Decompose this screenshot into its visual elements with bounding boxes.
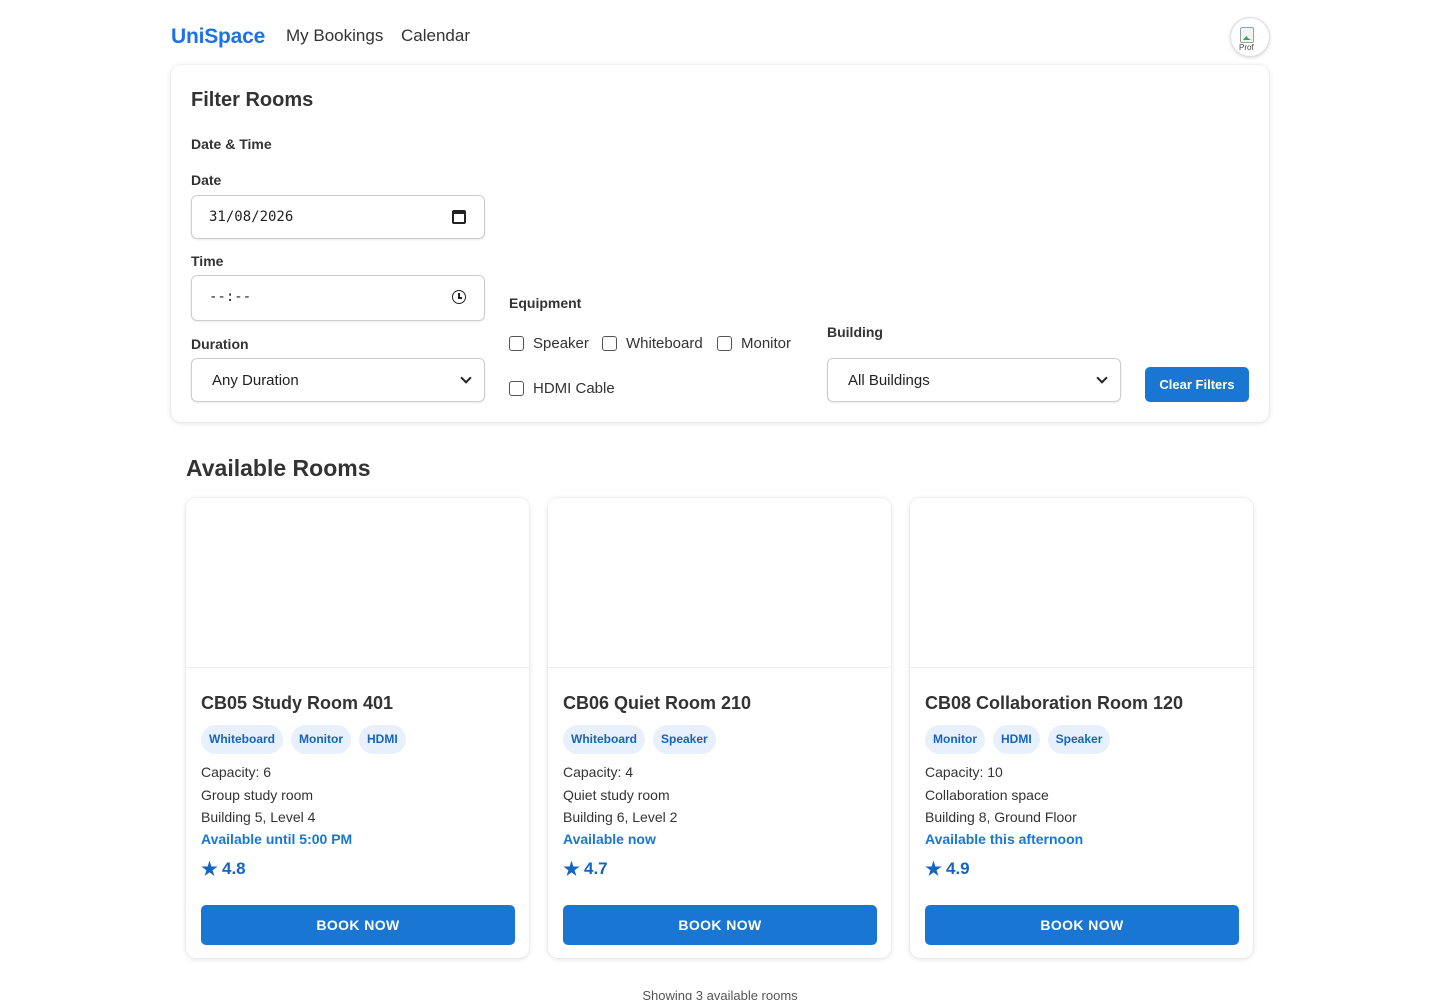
- equipment-checkbox-hdmi-cable[interactable]: HDMI Cable: [509, 380, 615, 397]
- equipment-tag: Monitor: [925, 725, 985, 754]
- date-label: Date: [191, 172, 222, 188]
- equipment-tag: Speaker: [653, 725, 716, 754]
- room-location: Building 6, Level 2: [563, 809, 678, 825]
- room-type: Quiet study room: [563, 787, 670, 803]
- filter-panel: Filter Rooms Date & Time Date 31/08/2026…: [171, 65, 1269, 422]
- clock-icon[interactable]: [452, 290, 466, 304]
- room-location: Building 8, Ground Floor: [925, 809, 1077, 825]
- equipment-tag: HDMI: [993, 725, 1040, 754]
- room-image: [910, 498, 1253, 668]
- time-input[interactable]: --:--: [191, 275, 485, 321]
- avatar[interactable]: Prof: [1230, 17, 1270, 57]
- room-availability: Available now: [563, 831, 656, 847]
- duration-select[interactable]: Any Duration: [191, 358, 485, 402]
- equipment-tag: Monitor: [291, 725, 351, 754]
- room-tags: Whiteboard Speaker: [563, 725, 716, 754]
- star-icon: [925, 860, 942, 876]
- time-label: Time: [191, 253, 224, 269]
- building-label: Building: [827, 324, 883, 340]
- room-name: CB06 Quiet Room 210: [563, 693, 752, 713]
- room-rating: 4.8: [201, 859, 246, 879]
- checkbox-label: Speaker: [533, 335, 589, 352]
- time-value: --:--: [209, 289, 252, 305]
- datetime-section-label: Date & Time: [191, 136, 272, 152]
- equipment-checkbox-whiteboard[interactable]: Whiteboard: [602, 335, 703, 352]
- equipment-tag: Whiteboard: [201, 725, 283, 754]
- room-tags: Monitor HDMI Speaker: [925, 725, 1111, 754]
- room-capacity: Capacity: 4: [563, 764, 634, 780]
- checkbox-box[interactable]: [717, 336, 732, 351]
- room-capacity: Capacity: 6: [201, 764, 272, 780]
- room-name: CB08 Collaboration Room 120: [925, 693, 1184, 713]
- checkbox-label: Whiteboard: [626, 335, 703, 352]
- equipment-tag: Speaker: [1047, 725, 1111, 754]
- date-input[interactable]: 31/08/2026: [191, 195, 485, 239]
- book-now-button[interactable]: BOOK NOW: [925, 905, 1239, 945]
- checkbox-label: Monitor: [741, 335, 792, 352]
- equipment-tag: Whiteboard: [563, 725, 645, 754]
- room-availability: Available this afternoon: [925, 831, 1084, 847]
- rating-value: 4.7: [584, 859, 608, 878]
- avatar-alt-text: Prof: [1239, 43, 1254, 52]
- room-rating: 4.7: [563, 859, 608, 879]
- chevron-down-icon: [1096, 372, 1108, 384]
- nav-link-calendar[interactable]: Calendar: [401, 26, 470, 46]
- equipment-label: Equipment: [509, 295, 582, 311]
- equipment-tag: HDMI: [359, 725, 406, 754]
- equipment-checkbox-speaker[interactable]: Speaker: [509, 335, 589, 352]
- room-tags: Whiteboard Monitor HDMI: [201, 725, 406, 754]
- book-now-button[interactable]: BOOK NOW: [563, 905, 877, 945]
- chevron-down-icon: [460, 372, 472, 384]
- checkbox-box[interactable]: [509, 381, 524, 396]
- room-availability: Available until 5:00 PM: [201, 831, 353, 847]
- room-name: CB05 Study Room 401: [201, 693, 394, 713]
- nav-link-my-bookings[interactable]: My Bookings: [286, 26, 383, 46]
- rating-value: 4.8: [222, 859, 246, 878]
- room-type: Group study room: [201, 787, 314, 803]
- calendar-icon[interactable]: [452, 210, 466, 224]
- checkbox-label: HDMI Cable: [533, 380, 615, 397]
- checkbox-box[interactable]: [602, 336, 617, 351]
- duration-selected-value: Any Duration: [212, 372, 299, 389]
- room-image: [186, 498, 529, 668]
- star-icon: [563, 860, 580, 876]
- room-image: [548, 498, 891, 668]
- top-nav: UniSpace My Bookings Calendar Prof: [171, 17, 1270, 57]
- filter-title: Filter Rooms: [191, 89, 314, 111]
- broken-image-icon: [1240, 27, 1254, 43]
- room-type: Collaboration space: [925, 787, 1049, 803]
- date-value: 31/08/2026: [209, 209, 294, 225]
- checkbox-box[interactable]: [509, 336, 524, 351]
- room-location: Building 5, Level 4: [201, 809, 316, 825]
- equipment-checkbox-monitor[interactable]: Monitor: [717, 335, 791, 352]
- book-now-button[interactable]: BOOK NOW: [201, 905, 515, 945]
- duration-label: Duration: [191, 336, 249, 352]
- building-selected-value: All Buildings: [848, 372, 930, 389]
- room-card: CB06 Quiet Room 210 Whiteboard Speaker C…: [548, 498, 891, 958]
- building-select[interactable]: All Buildings: [827, 358, 1121, 402]
- logo[interactable]: UniSpace: [171, 25, 265, 49]
- rating-value: 4.9: [946, 859, 970, 878]
- star-icon: [201, 860, 218, 876]
- room-capacity: Capacity: 10: [925, 764, 1003, 780]
- room-card: CB08 Collaboration Room 120 Monitor HDMI…: [910, 498, 1253, 958]
- room-card: CB05 Study Room 401 Whiteboard Monitor H…: [186, 498, 529, 958]
- available-rooms-title: Available Rooms: [186, 455, 371, 481]
- results-count: Showing 3 available rooms: [642, 988, 798, 1000]
- clear-filters-button[interactable]: Clear Filters: [1145, 367, 1249, 402]
- room-rating: 4.9: [925, 859, 970, 879]
